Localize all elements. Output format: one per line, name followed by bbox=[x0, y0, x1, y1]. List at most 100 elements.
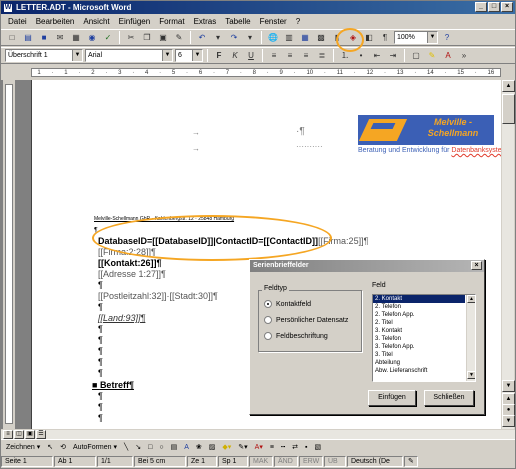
list-item[interactable]: 3. Telefon bbox=[373, 335, 465, 343]
vertical-scrollbar[interactable]: ▲ ▼ ▲ ● ▼ bbox=[501, 80, 515, 429]
menu-fenster[interactable]: Fenster bbox=[259, 17, 288, 26]
document-map-icon[interactable]: ◧ bbox=[362, 31, 376, 45]
dash-style-icon[interactable]: ┅ bbox=[279, 443, 287, 451]
paste-icon[interactable]: ▣ bbox=[156, 31, 170, 45]
status-track-changes[interactable]: ÄND bbox=[274, 456, 298, 467]
word-app-icon[interactable]: W bbox=[3, 2, 13, 13]
list-item[interactable]: 2. Titel bbox=[373, 319, 465, 327]
style-select[interactable]: Überschrift 1 ▼ bbox=[5, 49, 83, 62]
insert-button[interactable]: Einfügen bbox=[368, 390, 416, 406]
chevron-down-icon[interactable]: ▼ bbox=[162, 50, 172, 61]
scroll-down-icon[interactable]: ▼ bbox=[467, 371, 475, 379]
scroll-up-icon[interactable]: ▲ bbox=[467, 295, 475, 303]
font-size-select[interactable]: 6 ▼ bbox=[175, 49, 203, 62]
align-center-icon[interactable]: ≡ bbox=[283, 49, 297, 63]
list-item[interactable]: 2. Telefon App. bbox=[373, 311, 465, 319]
insert-table-icon[interactable]: ▦ bbox=[298, 31, 312, 45]
chevron-down-icon[interactable]: ▼ bbox=[72, 50, 82, 61]
undo-dropdown-icon[interactable]: ▾ bbox=[211, 31, 225, 45]
line-color-icon[interactable]: ✎▾ bbox=[236, 443, 249, 451]
justify-icon[interactable]: ≣ bbox=[315, 49, 329, 63]
list-item[interactable]: Abteilung bbox=[373, 359, 465, 367]
scroll-up-icon[interactable]: ▲ bbox=[502, 80, 515, 92]
outline-view-icon[interactable]: ☰ bbox=[36, 430, 46, 439]
wordart-icon[interactable]: A bbox=[182, 444, 191, 451]
menu-extras[interactable]: Extras bbox=[193, 17, 218, 26]
shadow-icon[interactable]: ▪ bbox=[303, 444, 309, 451]
hyperlink-icon[interactable]: 🌐 bbox=[266, 31, 280, 45]
highlight-icon[interactable]: ✎ bbox=[425, 49, 439, 63]
font-color-icon[interactable]: A bbox=[441, 49, 455, 63]
picture-icon[interactable]: ▨ bbox=[207, 443, 218, 451]
menu-format[interactable]: Format bbox=[158, 17, 185, 26]
show-hide-paragraph-icon[interactable]: ¶ bbox=[378, 31, 392, 45]
status-overtype[interactable]: ÜB bbox=[324, 456, 346, 467]
menu-ansicht[interactable]: Ansicht bbox=[82, 17, 110, 26]
arrow-style-icon[interactable]: ⇄ bbox=[290, 443, 300, 451]
dialog-close-icon[interactable]: × bbox=[471, 261, 482, 270]
radio-feldbeschriftung[interactable]: Feldbeschriftung bbox=[264, 332, 328, 340]
rectangle-icon[interactable]: □ bbox=[146, 444, 154, 451]
menu-tabelle[interactable]: Tabelle bbox=[224, 17, 251, 26]
italic-icon[interactable]: K bbox=[228, 49, 242, 63]
listbox-scrollbar[interactable]: ▲ ▼ bbox=[466, 295, 475, 381]
next-page-icon[interactable]: ▼ bbox=[502, 415, 515, 427]
tables-borders-icon[interactable]: ▥ bbox=[282, 31, 296, 45]
normal-view-icon[interactable]: ≡ bbox=[3, 430, 13, 439]
line-icon[interactable]: ╲ bbox=[122, 443, 130, 451]
list-item[interactable]: 3. Kontakt bbox=[373, 327, 465, 335]
line-style-icon[interactable]: ≡ bbox=[268, 444, 276, 451]
menu-datei[interactable]: Datei bbox=[7, 17, 28, 26]
status-macro[interactable]: MAK bbox=[249, 456, 273, 467]
status-extend[interactable]: ERW bbox=[299, 456, 323, 467]
print-icon[interactable]: ▦ bbox=[69, 31, 83, 45]
menu-einfuegen[interactable]: Einfügen bbox=[118, 17, 152, 26]
list-item[interactable]: Abw. Lieferanschrift bbox=[373, 367, 465, 375]
list-item[interactable]: 3. Telefon App. bbox=[373, 343, 465, 351]
autoshapes-button[interactable]: AutoFormen ▾ bbox=[71, 443, 119, 451]
menu-help[interactable]: ? bbox=[295, 17, 301, 26]
email-icon[interactable]: ✉ bbox=[53, 31, 67, 45]
border-icon[interactable]: ▢ bbox=[409, 49, 423, 63]
font-select[interactable]: Arial ▼ bbox=[85, 49, 173, 62]
draw-font-color-icon[interactable]: A▾ bbox=[253, 443, 265, 451]
textbox-icon[interactable]: ▤ bbox=[169, 443, 180, 451]
new-document-icon[interactable]: □ bbox=[5, 31, 19, 45]
menu-bearbeiten[interactable]: Bearbeiten bbox=[35, 17, 76, 26]
rotate-icon[interactable]: ⟲ bbox=[58, 443, 68, 451]
redo-icon[interactable]: ↷ bbox=[227, 31, 241, 45]
align-right-icon[interactable]: ≡ bbox=[299, 49, 313, 63]
draw-menu-button[interactable]: Zeichnen ▾ bbox=[4, 443, 42, 451]
print-layout-icon[interactable]: ▣ bbox=[25, 430, 35, 439]
arrow-icon[interactable]: ↘ bbox=[133, 443, 143, 451]
align-left-icon[interactable]: ≡ bbox=[267, 49, 281, 63]
radio-persoenlicher-datensatz[interactable]: Persönlicher Datensatz bbox=[264, 316, 348, 324]
undo-icon[interactable]: ↶ bbox=[195, 31, 209, 45]
list-item[interactable]: 3. Titel bbox=[373, 351, 465, 359]
list-item[interactable]: 2. Kontakt bbox=[373, 295, 465, 303]
status-language[interactable]: Deutsch (De bbox=[347, 456, 403, 467]
clipart-icon[interactable]: ❀ bbox=[194, 443, 204, 451]
redo-dropdown-icon[interactable]: ▾ bbox=[243, 31, 257, 45]
horizontal-scrollbar[interactable]: ≡ ◫ ▣ ☰ bbox=[1, 429, 515, 439]
chevron-down-icon[interactable]: ▼ bbox=[427, 32, 437, 43]
minimize-button[interactable]: _ bbox=[475, 2, 487, 12]
close-button[interactable]: × bbox=[501, 2, 513, 12]
oval-icon[interactable]: ○ bbox=[157, 444, 165, 451]
field-listbox[interactable]: 2. Kontakt 2. Telefon 2. Telefon App. 2.… bbox=[372, 294, 476, 382]
maximize-button[interactable]: □ bbox=[488, 2, 500, 12]
save-icon[interactable]: ■ bbox=[37, 31, 51, 45]
scroll-thumb[interactable] bbox=[502, 94, 515, 124]
cut-icon[interactable]: ✂ bbox=[124, 31, 138, 45]
close-dialog-button[interactable]: Schließen bbox=[424, 390, 474, 406]
list-item[interactable]: 2. Telefon bbox=[373, 303, 465, 311]
format-painter-icon[interactable]: ✎ bbox=[172, 31, 186, 45]
horizontal-ruler[interactable]: 1 · 1 · 2 · 3 · 4 · 5 · 6 · 7 · 8 · 9 · 10 · 11 · 12 · 13 · 14 · 15 · 16 bbox=[1, 65, 515, 79]
select-objects-icon[interactable]: ↖ bbox=[45, 443, 55, 451]
spellcheck-icon[interactable]: ✓ bbox=[101, 31, 115, 45]
bold-icon[interactable]: F bbox=[212, 49, 226, 63]
chevron-down-icon[interactable]: ▼ bbox=[192, 50, 202, 61]
insert-excel-icon[interactable]: ▩ bbox=[314, 31, 328, 45]
copy-icon[interactable]: ❐ bbox=[140, 31, 154, 45]
increase-indent-icon[interactable]: ⇥ bbox=[386, 49, 400, 63]
